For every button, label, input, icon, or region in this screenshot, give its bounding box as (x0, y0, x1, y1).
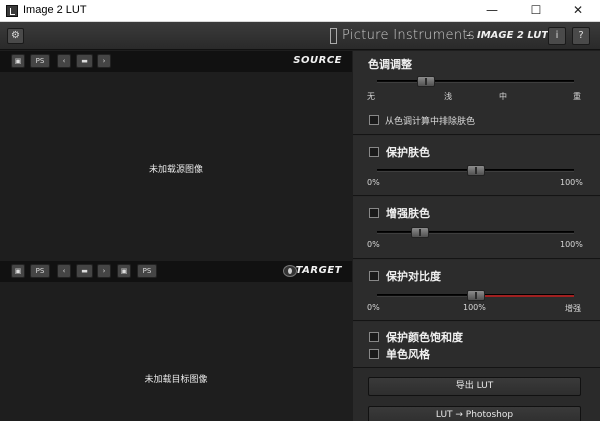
tone-tick-none: 无 (367, 92, 375, 101)
protect-skin-slider-thumb[interactable] (466, 165, 485, 176)
tone-slider-thumb[interactable] (417, 76, 436, 87)
color-options-section: 保护颜色饱和度 单色风格 (353, 322, 600, 368)
enhance-skin-checkbox[interactable] (369, 208, 379, 218)
protect-contrast-mid: 100% (463, 303, 486, 312)
help-button[interactable]: ? (572, 27, 590, 45)
exclude-skin-label: 从色调计算中排除肤色 (385, 117, 476, 127)
source-empty-message: 未加载源图像 (148, 165, 203, 175)
export-lut-button[interactable]: 导出 LUT (368, 377, 581, 396)
source-photoshop-button[interactable]: PS (30, 54, 50, 68)
brand-name: Picture Instruments (342, 28, 475, 43)
chevron-right-icon: › (102, 267, 106, 275)
protect-contrast-checkbox[interactable] (369, 271, 379, 281)
protect-skin-checkbox[interactable] (369, 147, 379, 157)
contrast-enhance-range (484, 295, 574, 297)
protect-contrast-section: 保护对比度 0% 100% 增强 (353, 260, 600, 321)
product-name: IMAGE 2 LUT (477, 30, 549, 41)
ps-label: PS (142, 267, 152, 275)
save-source-button[interactable]: ▣ (11, 54, 25, 68)
gear-icon: ⚙ (11, 30, 20, 41)
save-result-button[interactable]: ▣ (117, 264, 131, 278)
source-prev-button[interactable]: ‹ (57, 54, 71, 68)
source-next-button[interactable]: › (97, 54, 111, 68)
chevron-left-icon: ‹ (62, 57, 66, 65)
window-title: Image 2 LUT (23, 4, 87, 16)
protect-contrast-label: 保护对比度 (386, 270, 441, 283)
target-label: TARGET (295, 265, 342, 276)
minimize-button[interactable]: — (470, 0, 514, 22)
target-toolbar: ▣ PS ‹ ▬ › ▣ PS TARGET (0, 261, 352, 282)
close-button[interactable]: ✕ (556, 0, 600, 22)
target-image-area[interactable]: 未加载目标图像 (0, 282, 352, 421)
result-photoshop-button[interactable]: PS (137, 264, 157, 278)
protect-saturation-checkbox[interactable] (369, 332, 379, 342)
protect-skin-section: 保护肤色 0% 100% (353, 136, 600, 196)
protect-skin-label: 保护肤色 (386, 146, 430, 159)
target-prev-button[interactable]: ‹ (57, 264, 71, 278)
enhance-skin-slider-thumb[interactable] (411, 227, 430, 238)
app-header: ⚙ Picture Instruments - IMAGE 2 LUT i ? (0, 22, 600, 50)
chevron-left-icon: ‹ (62, 267, 66, 275)
folder-icon: ▬ (81, 57, 88, 65)
enhance-skin-label: 增强肤色 (386, 207, 430, 220)
ps-label: PS (35, 267, 45, 275)
brand-logo-icon (330, 28, 337, 44)
save-icon: ▣ (14, 57, 22, 65)
source-image-area[interactable]: 未加载源图像 (0, 72, 352, 261)
protect-contrast-slider-thumb[interactable] (466, 290, 485, 301)
settings-button[interactable]: ⚙ (7, 28, 24, 44)
target-empty-message: 未加载目标图像 (144, 375, 208, 385)
ps-label: PS (35, 57, 45, 65)
save-icon: ▣ (14, 267, 22, 275)
enhance-skin-max: 100% (560, 240, 583, 249)
tone-slider-track[interactable] (377, 80, 574, 83)
brand-separator: - (466, 28, 471, 43)
target-open-button[interactable]: ▬ (76, 264, 93, 278)
tone-adjust-section: 色调调整 无 浅 中 重 从色调计算中排除肤色 (353, 51, 600, 135)
protect-saturation-label: 保护颜色饱和度 (386, 331, 463, 344)
adjustment-panel: 色调调整 无 浅 中 重 从色调计算中排除肤色 保护肤色 0% 100% 增强肤… (353, 51, 600, 421)
enhance-skin-min: 0% (367, 240, 380, 249)
monochrome-label: 单色风格 (386, 348, 430, 361)
target-next-button[interactable]: › (97, 264, 111, 278)
tone-tick-light: 浅 (444, 92, 452, 101)
target-photoshop-button[interactable]: PS (30, 264, 50, 278)
exclude-skin-checkbox[interactable] (369, 115, 379, 125)
chevron-right-icon: › (102, 57, 106, 65)
enhance-skin-slider-track[interactable] (377, 231, 574, 234)
tone-adjust-title: 色调调整 (368, 58, 412, 71)
enhance-skin-section: 增强肤色 0% 100% (353, 197, 600, 259)
protect-contrast-max: 增强 (565, 304, 581, 313)
monochrome-checkbox[interactable] (369, 349, 379, 359)
window-title-bar: Image 2 LUT — ☐ ✕ (0, 0, 600, 22)
protect-contrast-min: 0% (367, 303, 380, 312)
app-icon (6, 5, 18, 17)
save-icon: ▣ (120, 267, 128, 275)
source-open-button[interactable]: ▬ (76, 54, 93, 68)
source-toolbar: ▣ PS ‹ ▬ › SOURCE (0, 51, 352, 72)
tone-tick-medium: 中 (499, 92, 507, 101)
protect-skin-min: 0% (367, 178, 380, 187)
maximize-button[interactable]: ☐ (514, 0, 558, 22)
tone-tick-heavy: 重 (573, 92, 581, 101)
save-target-button[interactable]: ▣ (11, 264, 25, 278)
source-label: SOURCE (293, 55, 342, 66)
info-button[interactable]: i (548, 27, 566, 45)
protect-skin-max: 100% (560, 178, 583, 187)
image-panels: ▣ PS ‹ ▬ › SOURCE 未加载源图像 ▣ PS ‹ ▬ › ▣ PS… (0, 51, 352, 421)
folder-icon: ▬ (81, 267, 88, 275)
lut-photoshop-button[interactable]: LUT → Photoshop (368, 406, 581, 421)
